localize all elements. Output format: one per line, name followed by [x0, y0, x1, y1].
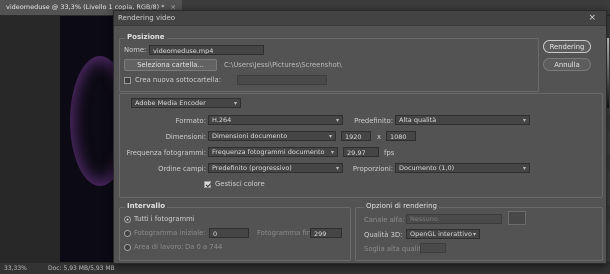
subfolder-name-field[interactable] — [237, 75, 327, 85]
select-folder-button[interactable]: Seleziona cartella... — [124, 59, 217, 71]
fps-unit: fps — [384, 149, 395, 157]
start-frame-label: Fotogramma iniziale: — [134, 229, 206, 237]
all-frames-radio[interactable] — [124, 216, 131, 223]
format-label: Formato: — [175, 117, 206, 125]
chevron-down-icon: ▾ — [328, 133, 332, 140]
format-select[interactable]: H.264 ▾ — [208, 115, 343, 125]
dialog-title: Rendering video — [118, 14, 176, 22]
aspect-select[interactable]: Documento (1,0) ▾ — [395, 163, 530, 173]
height-field[interactable]: 1080 — [386, 131, 416, 141]
rendering-video-dialog: Rendering video × Posizione Nome: videom… — [113, 10, 607, 264]
encoder-group — [119, 93, 603, 198]
dialog-titlebar[interactable]: Rendering video × — [114, 11, 606, 26]
color-manage-checkbox[interactable] — [204, 181, 211, 188]
work-area-label: Area di lavoro: — [134, 243, 184, 251]
size-separator: x — [377, 133, 382, 141]
position-section-title: Posizione — [125, 33, 167, 41]
render-options-section-title: Opzioni di rendering — [364, 202, 439, 210]
chevron-down-icon: ▾ — [335, 165, 339, 172]
chevron-down-icon: ▾ — [522, 117, 526, 124]
aspect-value: Documento (1,0) — [399, 164, 455, 172]
name-field[interactable]: videomeduse.mp4 — [149, 45, 264, 55]
encoder-select[interactable]: Adobe Media Encoder ▾ — [131, 98, 241, 108]
alpha-label: Canale alfa: — [364, 216, 405, 224]
work-area-value: Da 0 a 744 — [185, 243, 223, 251]
work-area-radio[interactable] — [124, 244, 131, 251]
quality-3d-label: Qualità 3D: — [364, 231, 403, 239]
new-subfolder-label: Crea nuova sottocartella: — [135, 76, 221, 84]
frame-range-radio[interactable] — [124, 230, 131, 237]
end-frame-field[interactable]: 299 — [310, 228, 342, 238]
close-icon[interactable]: × — [588, 11, 596, 25]
chevron-down-icon: ▾ — [522, 165, 526, 172]
interval-section-title: Intervallo — [125, 202, 168, 210]
preset-label: Predefinito: — [354, 117, 393, 125]
encoder-value: Adobe Media Encoder — [135, 99, 206, 107]
document-canvas — [60, 16, 114, 262]
all-frames-label: Tutti i fotogrammi — [134, 215, 195, 223]
fps-select-value: Frequenza fotogrammi documento — [212, 148, 325, 156]
size-value: Dimensioni documento — [212, 132, 288, 140]
zoom-level[interactable]: 33,33% — [4, 263, 27, 274]
chevron-down-icon: ▾ — [233, 100, 237, 107]
size-label: Dimensioni: — [165, 133, 206, 141]
size-select[interactable]: Dimensioni documento ▾ — [208, 131, 336, 141]
preset-value: Alta qualità — [399, 116, 437, 124]
color-manage-label: Gestisci colore — [215, 180, 265, 188]
medusa-image — [70, 56, 114, 186]
alpha-value: Nessuno — [410, 215, 438, 223]
rendering-button[interactable]: Rendering — [543, 40, 591, 53]
quality-threshold-select[interactable] — [420, 243, 446, 253]
folder-path: C:\Users\Jessi\Pictures\Screenshot\ — [224, 61, 342, 69]
format-value: H.264 — [212, 116, 232, 124]
fps-field[interactable]: 29,97 — [343, 147, 379, 157]
field-order-select[interactable]: Predefinito (progressivo) ▾ — [208, 163, 343, 173]
quality-3d-value: OpenGL interattivo — [410, 230, 472, 238]
chevron-down-icon: ▾ — [335, 117, 339, 124]
name-label: Nome: — [124, 46, 147, 54]
field-order-label: Ordine campi: — [158, 165, 206, 173]
preset-select[interactable]: Alta qualità ▾ — [395, 115, 530, 125]
matte-color-swatch[interactable] — [508, 211, 526, 225]
cancel-button[interactable]: Annulla — [543, 58, 591, 71]
field-order-value: Predefinito (progressivo) — [212, 164, 292, 172]
alpha-select[interactable]: Nessuno — [406, 214, 502, 224]
new-subfolder-checkbox[interactable] — [124, 77, 131, 84]
quality-3d-select[interactable]: OpenGL interattivo ▾ — [406, 229, 480, 239]
fps-label: Frequenza fotogrammi: — [126, 149, 206, 157]
chevron-down-icon: ▾ — [330, 149, 334, 156]
chevron-down-icon: ▾ — [472, 231, 476, 238]
doc-size-info: Doc: 5,93 MB/5,93 MB — [48, 265, 115, 272]
quality-threshold-label: Soglia alta qualità: — [364, 245, 428, 253]
aspect-label: Proporzioni: — [352, 165, 393, 173]
fps-select[interactable]: Frequenza fotogrammi documento ▾ — [208, 147, 338, 157]
start-frame-field[interactable]: 0 — [209, 228, 249, 238]
width-field[interactable]: 1920 — [341, 131, 371, 141]
